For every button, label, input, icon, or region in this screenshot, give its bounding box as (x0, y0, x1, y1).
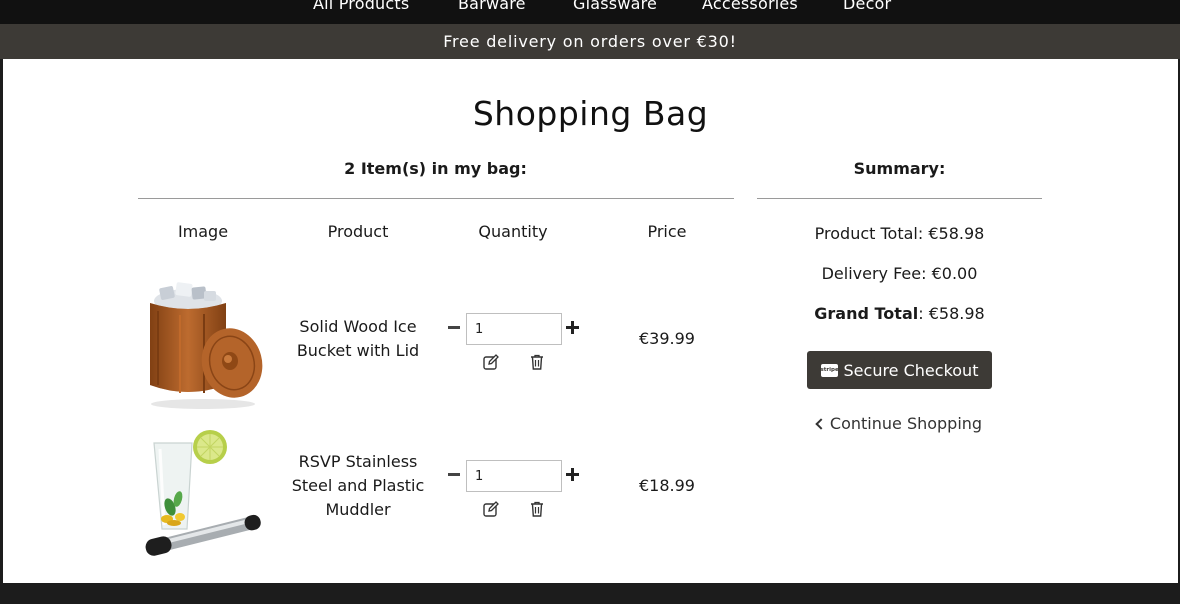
bag-item-count-heading: 2 Item(s) in my bag: (344, 159, 527, 178)
product-name[interactable]: RSVP Stainless Steel and Plastic Muddler (283, 450, 433, 522)
grand-total: Grand Total: €58.98 (757, 304, 1042, 323)
trash-icon[interactable] (528, 353, 546, 371)
edit-icon[interactable] (482, 353, 500, 371)
product-total: Product Total: €58.98 (814, 224, 985, 243)
column-header-image: Image (177, 222, 229, 241)
stripe-icon: stripe (820, 363, 839, 377)
nav-link-glassware[interactable]: Glassware (573, 0, 657, 13)
increase-quantity-button[interactable] (565, 464, 581, 484)
column-header-quantity: Quantity (478, 222, 548, 241)
increase-quantity-button[interactable] (565, 317, 581, 337)
nav-link-decor[interactable]: Decor (843, 0, 891, 13)
quantity-input[interactable] (466, 313, 562, 345)
item-price: €18.99 (639, 476, 695, 495)
secure-checkout-button[interactable]: stripe Secure Checkout (807, 351, 992, 389)
main-content: Shopping Bag 2 Item(s) in my bag: Summar… (3, 59, 1178, 583)
top-navigation: All Products Barware Glassware Accessori… (0, 0, 1180, 24)
trash-icon[interactable] (528, 500, 546, 518)
ice-bucket-image[interactable] (140, 281, 270, 411)
continue-shopping-label: Continue Shopping (829, 414, 983, 433)
quantity-stepper (443, 313, 583, 383)
nav-link-accessories[interactable]: Accessories (702, 0, 798, 13)
chevron-left-icon (815, 418, 827, 430)
delivery-banner: Free delivery on orders over €30! (0, 24, 1180, 59)
column-header-product: Product (327, 222, 389, 241)
bag-divider (138, 198, 734, 199)
product-name[interactable]: Solid Wood Ice Bucket with Lid (283, 315, 433, 363)
quantity-input[interactable] (466, 460, 562, 492)
secure-checkout-label: Secure Checkout (843, 360, 979, 380)
continue-shopping-link[interactable]: Continue Shopping (757, 414, 1042, 433)
edit-icon[interactable] (482, 500, 500, 518)
grand-total-label: Grand Total (814, 304, 919, 323)
decrease-quantity-button[interactable] (447, 317, 463, 337)
muddler-image[interactable] (140, 429, 270, 557)
footer (0, 583, 1180, 604)
grand-total-value: : €58.98 (918, 304, 985, 323)
summary-heading: Summary: (853, 159, 946, 178)
nav-link-barware[interactable]: Barware (458, 0, 526, 13)
page-title: Shopping Bag (472, 94, 709, 133)
item-price: €39.99 (639, 329, 695, 348)
summary-divider (757, 198, 1042, 199)
quantity-stepper (443, 460, 583, 530)
column-header-price: Price (647, 222, 687, 241)
delivery-fee: Delivery Fee: €0.00 (821, 264, 978, 283)
nav-link-all-products[interactable]: All Products (313, 0, 409, 13)
decrease-quantity-button[interactable] (447, 464, 463, 484)
